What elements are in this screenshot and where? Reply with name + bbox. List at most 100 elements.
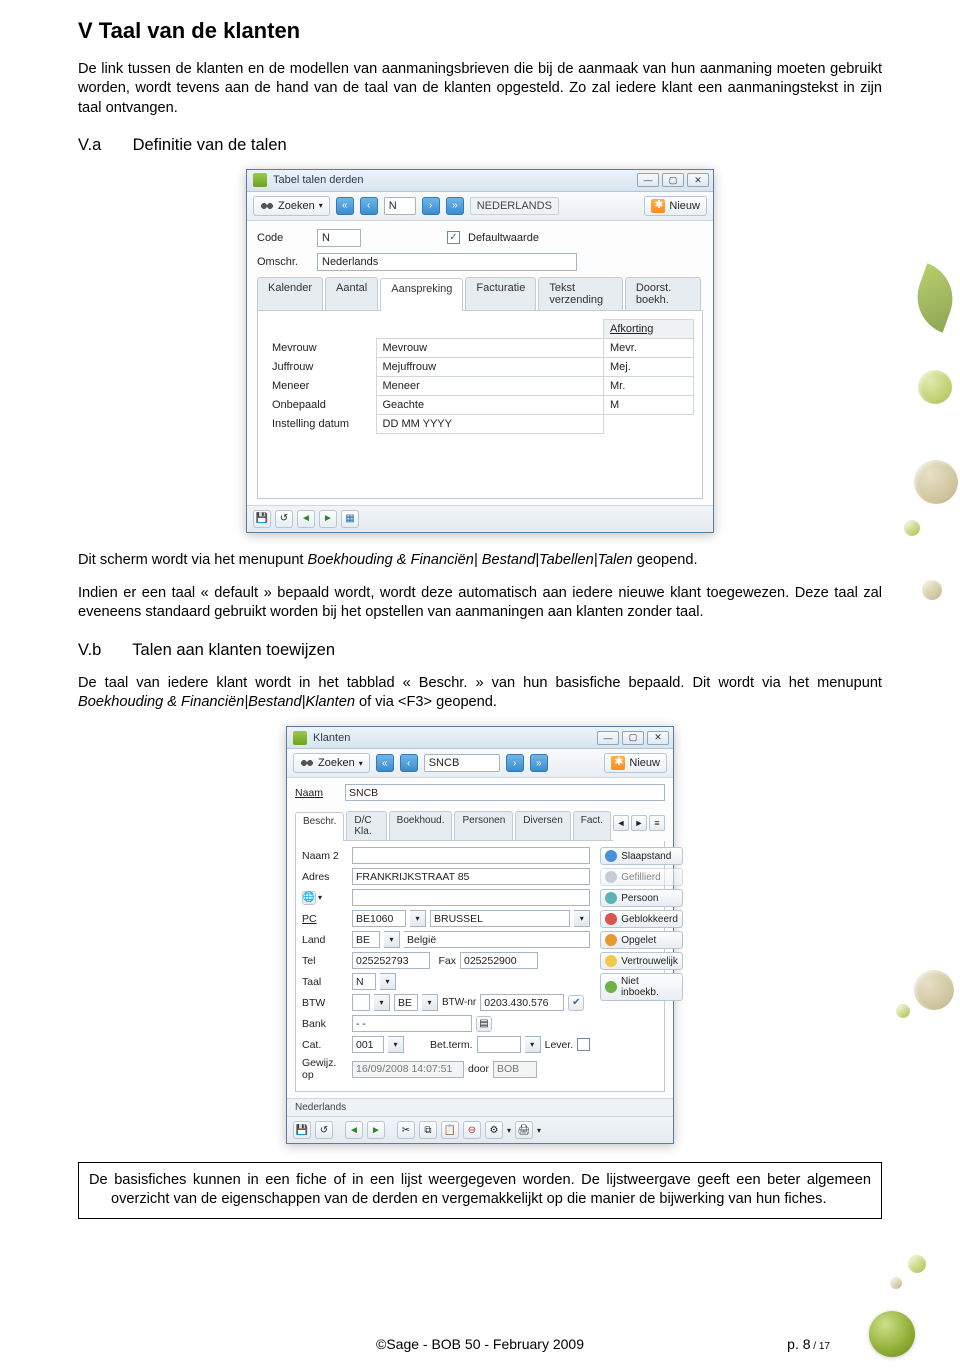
tab-aanspreking[interactable]: Aanspreking <box>380 278 463 311</box>
new-row-icon[interactable]: ▦ <box>341 510 359 528</box>
btw-nr-input[interactable]: 0203.430.576 <box>480 994 564 1011</box>
tab-fact[interactable]: Fact. <box>573 811 611 840</box>
minimize-button[interactable]: — <box>637 173 659 187</box>
vertrouwelijk-button[interactable]: Vertrouwelijk <box>600 952 683 970</box>
cell-input[interactable]: Mr. <box>604 376 694 395</box>
nav-last-button[interactable]: » <box>530 754 548 772</box>
land-code-input[interactable]: BE <box>352 931 380 948</box>
tab-boekhoud[interactable]: Boekhoud. <box>389 811 453 840</box>
search-button[interactable]: Zoeken ▾ <box>293 753 370 773</box>
code-search-input[interactable]: N <box>384 197 416 215</box>
cell-input[interactable]: Geachte <box>376 395 604 414</box>
nav-next-button[interactable]: › <box>506 754 524 772</box>
geblokkeerd-button[interactable]: Geblokkeerd <box>600 910 683 928</box>
cell-input[interactable]: M <box>604 395 694 414</box>
pc-dropdown[interactable]: ▾ <box>410 910 426 927</box>
lever-checkbox[interactable] <box>577 1038 590 1051</box>
paste-icon[interactable]: 📋 <box>441 1121 459 1139</box>
gefillierd-button[interactable]: Gefillierd <box>600 868 683 886</box>
talen-titlebar[interactable]: Tabel talen derden — ▢ ✕ <box>247 170 713 192</box>
omschr-input[interactable]: Nederlands <box>317 253 577 271</box>
opgelet-button[interactable]: Opgelet <box>600 931 683 949</box>
betterm-label: Bet.term. <box>430 1039 473 1051</box>
tab-dc-kla[interactable]: D/C Kla. <box>346 811 386 840</box>
city-dropdown[interactable]: ▾ <box>574 910 590 927</box>
cell-input[interactable]: Meneer <box>376 376 604 395</box>
tel-input[interactable]: 025252793 <box>352 952 430 969</box>
undo-icon[interactable]: ↺ <box>275 510 293 528</box>
land-dropdown[interactable]: ▾ <box>384 931 400 948</box>
btw-country-dropdown[interactable]: ▾ <box>422 994 438 1011</box>
code-input[interactable]: N <box>317 229 361 247</box>
new-button[interactable]: Nieuw <box>604 753 667 773</box>
naam2-input[interactable] <box>352 847 590 864</box>
copy-icon[interactable]: ⧉ <box>419 1121 437 1139</box>
default-checkbox[interactable]: ✓ <box>447 231 460 244</box>
close-button[interactable]: ✕ <box>687 173 709 187</box>
save-icon[interactable]: 💾 <box>293 1121 311 1139</box>
arrow-prev-icon[interactable]: ◄ <box>297 510 315 528</box>
undo-icon[interactable]: ↺ <box>315 1121 333 1139</box>
close-button[interactable]: ✕ <box>647 731 669 745</box>
delete-icon[interactable]: ⊖ <box>463 1121 481 1139</box>
arrow-next-icon[interactable]: ► <box>319 510 337 528</box>
cut-icon[interactable]: ✂ <box>397 1121 415 1139</box>
vat-check-icon[interactable]: ✔ <box>568 995 584 1011</box>
pc-input[interactable]: BE1060 <box>352 910 406 927</box>
nav-last-button[interactable]: » <box>446 197 464 215</box>
new-button[interactable]: Nieuw <box>644 196 707 216</box>
tab-aantal[interactable]: Aantal <box>325 277 378 310</box>
tab-tekst-verzending[interactable]: Tekst verzending <box>538 277 623 310</box>
bank-lookup-icon[interactable]: ▤ <box>476 1016 492 1032</box>
tab-list-button[interactable]: ≡ <box>649 815 665 831</box>
btw-country-input[interactable]: BE <box>394 994 418 1011</box>
tab-facturatie[interactable]: Facturatie <box>465 277 536 310</box>
tab-diversen[interactable]: Diversen <box>515 811 570 840</box>
city-input[interactable]: BRUSSEL <box>430 910 570 927</box>
slaapstand-button[interactable]: Slaapstand <box>600 847 683 865</box>
btw-type-dropdown[interactable]: ▾ <box>374 994 390 1011</box>
cell-input[interactable]: DD MM YYYY <box>376 414 604 433</box>
globe-icon[interactable]: 🌐 <box>302 891 316 905</box>
cell-input[interactable]: Mej. <box>604 357 694 376</box>
adres-input[interactable]: FRANKRIJKSTRAAT 85 <box>352 868 590 885</box>
betterm-input[interactable] <box>477 1036 521 1053</box>
tab-personen[interactable]: Personen <box>454 811 513 840</box>
nav-first-button[interactable]: « <box>336 197 354 215</box>
betterm-dropdown[interactable]: ▾ <box>525 1036 541 1053</box>
niet-inboekb-button[interactable]: Niet inboekb. <box>600 973 683 1001</box>
adres-line2-input[interactable] <box>352 889 590 906</box>
cat-input[interactable]: 001 <box>352 1036 384 1053</box>
klanten-titlebar[interactable]: Klanten — ▢ ✕ <box>287 727 673 749</box>
search-button[interactable]: Zoeken ▾ <box>253 196 330 216</box>
cell-input[interactable]: Mejuffrouw <box>376 357 604 376</box>
arrow-prev-icon[interactable]: ◄ <box>345 1121 363 1139</box>
naam-input[interactable]: SNCB <box>345 784 665 801</box>
maximize-button[interactable]: ▢ <box>662 173 684 187</box>
persoon-button[interactable]: Persoon <box>600 889 683 907</box>
settings-icon[interactable]: ⚙ <box>485 1121 503 1139</box>
tab-scroll-left-button[interactable]: ◄ <box>613 815 629 831</box>
taal-input[interactable]: N <box>352 973 376 990</box>
arrow-next-icon[interactable]: ► <box>367 1121 385 1139</box>
fax-input[interactable]: 025252900 <box>460 952 538 969</box>
tab-beschr[interactable]: Beschr. <box>295 812 344 841</box>
cell-input[interactable]: Mevrouw <box>376 338 604 357</box>
nav-first-button[interactable]: « <box>376 754 394 772</box>
cell-input[interactable]: Mevr. <box>604 338 694 357</box>
name-search-input[interactable]: SNCB <box>424 754 500 772</box>
btw-type-input[interactable] <box>352 994 370 1011</box>
cat-dropdown[interactable]: ▾ <box>388 1036 404 1053</box>
taal-dropdown[interactable]: ▾ <box>380 973 396 990</box>
maximize-button[interactable]: ▢ <box>622 731 644 745</box>
minimize-button[interactable]: — <box>597 731 619 745</box>
print-icon[interactable]: 🖨 <box>515 1121 533 1139</box>
tab-doorst-boekh[interactable]: Doorst. boekh. <box>625 277 701 310</box>
tab-kalender[interactable]: Kalender <box>257 277 323 310</box>
save-icon[interactable]: 💾 <box>253 510 271 528</box>
bank-input[interactable]: - - <box>352 1015 472 1032</box>
tab-scroll-right-button[interactable]: ► <box>631 815 647 831</box>
nav-prev-button[interactable]: ‹ <box>400 754 418 772</box>
nav-prev-button[interactable]: ‹ <box>360 197 378 215</box>
nav-next-button[interactable]: › <box>422 197 440 215</box>
